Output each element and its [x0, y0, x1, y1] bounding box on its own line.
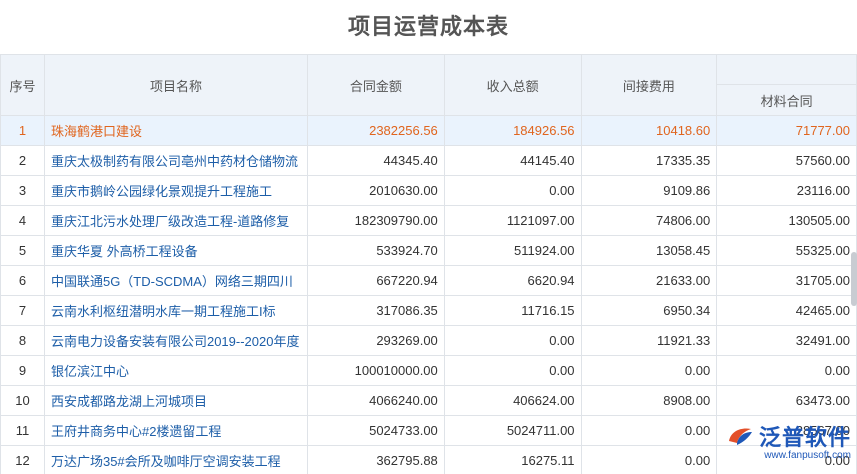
table-row[interactable]: 6 中国联通5G（TD-SCDMA）网络三期四川 667220.94 6620.94 2… [0, 265, 857, 296]
row-contract-amount: 100010000.00 [306, 355, 445, 386]
row-seq: 9 [0, 355, 45, 386]
row-contract-amount: 293269.00 [306, 325, 445, 356]
row-contract-amount: 533924.70 [306, 235, 445, 266]
row-seq: 1 [0, 115, 45, 146]
row-income-total: 0.00 [443, 355, 582, 386]
row-material-contract: 0.00 [716, 355, 857, 386]
row-indirect-cost: 8908.00 [580, 385, 718, 416]
header-contract-amount[interactable]: 合同金额 [306, 54, 445, 116]
header-seq[interactable]: 序号 [0, 54, 45, 116]
row-income-total: 6620.94 [443, 265, 582, 296]
header-material-contract[interactable]: 材料合同 [716, 84, 857, 116]
row-seq: 8 [0, 325, 45, 356]
row-material-contract: 71777.00 [716, 115, 857, 146]
row-seq: 3 [0, 175, 45, 206]
row-material-contract: 0.00 [716, 445, 857, 474]
table-row[interactable]: 7 云南水利枢纽潜明水库一期工程施工I标 317086.35 11716.15 6950… [0, 295, 857, 326]
row-seq: 12 [0, 445, 45, 474]
row-material-contract: 55325.00 [716, 235, 857, 266]
row-material-contract: 57560.00 [716, 145, 857, 176]
row-project-name[interactable]: 云南水利枢纽潜明水库一期工程施工I标 [43, 295, 308, 326]
row-project-name[interactable]: 中国联通5G（TD-SCDMA）网络三期四川 [43, 265, 308, 296]
row-project-name[interactable]: 重庆太极制药有限公司亳州中药材仓储物流 [43, 145, 308, 176]
row-seq: 4 [0, 205, 45, 236]
row-material-contract: 28567.00 [716, 415, 857, 446]
vertical-scrollbar[interactable] [851, 252, 857, 306]
row-material-contract: 130505.00 [716, 205, 857, 236]
header-group-blank [716, 54, 857, 85]
row-indirect-cost: 13058.45 [580, 235, 718, 266]
row-contract-amount: 2382256.56 [306, 115, 445, 146]
row-contract-amount: 2010630.00 [306, 175, 445, 206]
table-row[interactable]: 8 云南电力设备安装有限公司2019--2020年度 293269.00 0.00 11… [0, 325, 857, 356]
row-project-name[interactable]: 重庆市鹅岭公园绿化景观提升工程施工 [43, 175, 308, 206]
row-contract-amount: 667220.94 [306, 265, 445, 296]
table-row[interactable]: 10 西安成都路龙湖上河城项目 4066240.00 406624.00 8908.00… [0, 385, 857, 416]
row-project-name[interactable]: 万达广场35#会所及咖啡厅空调安装工程 [43, 445, 308, 474]
row-contract-amount: 182309790.00 [306, 205, 445, 236]
row-project-name[interactable]: 珠海鹤港口建设 [43, 115, 308, 146]
row-indirect-cost: 74806.00 [580, 205, 718, 236]
row-seq: 10 [0, 385, 45, 416]
row-indirect-cost: 10418.60 [580, 115, 718, 146]
row-indirect-cost: 0.00 [580, 415, 718, 446]
table-row[interactable]: 11 王府井商务中心#2楼遗留工程 5024733.00 5024711.00 0.00… [0, 415, 857, 446]
row-income-total: 0.00 [443, 175, 582, 206]
row-indirect-cost: 9109.86 [580, 175, 718, 206]
row-contract-amount: 362795.88 [306, 445, 445, 474]
row-income-total: 16275.11 [443, 445, 582, 474]
row-seq: 11 [0, 415, 45, 446]
row-project-name[interactable]: 王府井商务中心#2楼遗留工程 [43, 415, 308, 446]
row-income-total: 11716.15 [443, 295, 582, 326]
row-material-contract: 63473.00 [716, 385, 857, 416]
row-indirect-cost: 21633.00 [580, 265, 718, 296]
table-row[interactable]: 2 重庆太极制药有限公司亳州中药材仓储物流 44345.40 44145.40 1733… [0, 145, 857, 176]
table-row[interactable]: 9 银亿滨江中心 100010000.00 0.00 0.00 0.00 [0, 355, 857, 386]
row-material-contract: 23116.00 [716, 175, 857, 206]
row-seq: 5 [0, 235, 45, 266]
row-income-total: 1121097.00 [443, 205, 582, 236]
row-indirect-cost: 0.00 [580, 445, 718, 474]
row-project-name[interactable]: 重庆江北污水处理厂级改造工程-道路修复 [43, 205, 308, 236]
row-indirect-cost: 6950.34 [580, 295, 718, 326]
row-indirect-cost: 11921.33 [580, 325, 718, 356]
row-material-contract: 42465.00 [716, 295, 857, 326]
row-indirect-cost: 0.00 [580, 355, 718, 386]
header-project-name[interactable]: 项目名称 [43, 54, 308, 116]
row-contract-amount: 4066240.00 [306, 385, 445, 416]
table-row[interactable]: 5 重庆华夏 外高桥工程设备 533924.70 511924.00 13058.45 5… [0, 235, 857, 266]
row-project-name[interactable]: 云南电力设备安装有限公司2019--2020年度 [43, 325, 308, 356]
row-material-contract: 32491.00 [716, 325, 857, 356]
cost-table-grid: 序号 项目名称 合同金额 收入总额 间接费用 材料合同 1 珠海鹤港口建设 2382… [0, 54, 857, 474]
table-row[interactable]: 3 重庆市鹅岭公园绿化景观提升工程施工 2010630.00 0.00 9109.86 2… [0, 175, 857, 206]
table-row[interactable]: 1 珠海鹤港口建设 2382256.56 184926.56 10418.60 71777… [0, 115, 857, 146]
table-row[interactable]: 4 重庆江北污水处理厂级改造工程-道路修复 182309790.00 1121097.… [0, 205, 857, 236]
header-income-total[interactable]: 收入总额 [443, 54, 582, 116]
row-project-name[interactable]: 重庆华夏 外高桥工程设备 [43, 235, 308, 266]
row-seq: 6 [0, 265, 45, 296]
row-project-name[interactable]: 西安成都路龙湖上河城项目 [43, 385, 308, 416]
row-material-contract: 31705.00 [716, 265, 857, 296]
row-income-total: 0.00 [443, 325, 582, 356]
row-income-total: 184926.56 [443, 115, 582, 146]
row-seq: 2 [0, 145, 45, 176]
row-income-total: 44145.40 [443, 145, 582, 176]
page-title: 项目运营成本表 [347, 14, 509, 39]
row-project-name[interactable]: 银亿滨江中心 [43, 355, 308, 386]
header-indirect-cost[interactable]: 间接费用 [580, 54, 718, 116]
row-income-total: 511924.00 [443, 235, 582, 266]
row-contract-amount: 5024733.00 [306, 415, 445, 446]
table-row[interactable]: 12 万达广场35#会所及咖啡厅空调安装工程 362795.88 16275.11 0.… [0, 445, 857, 474]
row-contract-amount: 317086.35 [306, 295, 445, 326]
row-income-total: 406624.00 [443, 385, 582, 416]
row-contract-amount: 44345.40 [306, 145, 445, 176]
row-indirect-cost: 17335.35 [580, 145, 718, 176]
cost-table: 序号 项目名称 合同金额 收入总额 间接费用 材料合同 1 珠海鹤港口建设 2382… [0, 54, 857, 474]
row-seq: 7 [0, 295, 45, 326]
row-income-total: 5024711.00 [443, 415, 582, 446]
table-body: 1 珠海鹤港口建设 2382256.56 184926.56 10418.60 71777… [0, 115, 857, 474]
